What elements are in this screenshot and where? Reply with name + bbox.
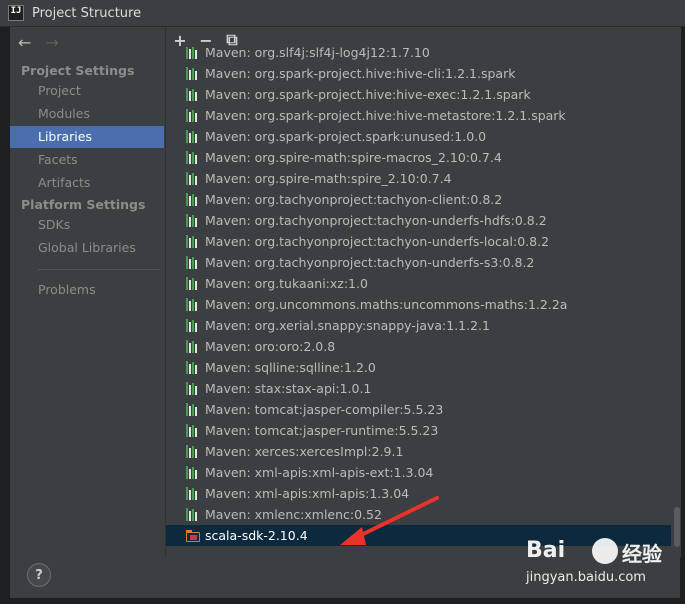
maven-library-icon: [186, 277, 200, 290]
sidebar-item-facets[interactable]: Facets: [10, 149, 164, 171]
section-project-settings: Project Settings: [21, 63, 135, 78]
library-label: Maven: org.tukaani:xz:1.0: [205, 276, 368, 291]
watermark-brand-cn: 经验: [622, 542, 662, 566]
library-label: Maven: org.spark-project.hive:hive-metas…: [205, 108, 566, 123]
library-label: Maven: org.tachyonproject:tachyon-underf…: [205, 234, 550, 249]
maven-library-icon: [186, 193, 200, 206]
maven-library-icon: [186, 403, 200, 416]
watermark-url: jingyan.baidu.com: [526, 570, 646, 585]
library-label: Maven: xmlenc:xmlenc:0.52: [205, 507, 382, 522]
maven-library-icon: [186, 319, 200, 332]
library-row[interactable]: Maven: xerces:xercesImpl:2.9.1: [166, 441, 671, 462]
library-row[interactable]: Maven: oro:oro:2.0.8: [166, 336, 671, 357]
library-label: Maven: org.xerial.snappy:snappy-java:1.1…: [205, 318, 490, 333]
library-label: Maven: org.spark-project.hive:hive-exec:…: [205, 87, 531, 102]
sidebar: ← → Project Settings Project Modules Lib…: [10, 27, 165, 557]
library-label: Maven: org.spire-math:spire_2.10:0.7.4: [205, 171, 452, 186]
maven-library-icon: [186, 256, 200, 269]
library-label: Maven: org.spire-math:spire-macros_2.10:…: [205, 150, 502, 165]
library-row[interactable]: Maven: org.spark-project.hive:hive-cli:1…: [166, 63, 671, 84]
library-row[interactable]: Maven: xmlenc:xmlenc:0.52: [166, 504, 671, 525]
nav-arrows: ← →: [18, 33, 59, 52]
background-window-bottom: [0, 598, 685, 604]
sidebar-item-problems[interactable]: Problems: [10, 279, 164, 301]
back-arrow-icon[interactable]: ←: [18, 33, 31, 52]
library-row[interactable]: Maven: org.tachyonproject:tachyon-client…: [166, 189, 671, 210]
sidebar-item-libraries[interactable]: Libraries: [10, 126, 164, 148]
baidu-watermark: Bai 经验 jingyan.baidu.com: [520, 530, 680, 594]
scala-sdk-icon: [186, 529, 200, 542]
maven-library-icon: [186, 487, 200, 500]
library-row[interactable]: Maven: tomcat:jasper-runtime:5.5.23: [166, 420, 671, 441]
maven-library-icon: [186, 508, 200, 521]
maven-library-icon: [186, 235, 200, 248]
maven-library-icon: [186, 67, 200, 80]
maven-library-icon: [186, 298, 200, 311]
library-label: Maven: xerces:xercesImpl:2.9.1: [205, 444, 404, 459]
library-row[interactable]: Maven: org.spire-math:spire_2.10:0.7.4: [166, 168, 671, 189]
library-label: Maven: oro:oro:2.0.8: [205, 339, 336, 354]
library-label: Maven: tomcat:jasper-runtime:5.5.23: [205, 423, 439, 438]
library-label: Maven: sqlline:sqlline:1.2.0: [205, 360, 376, 375]
maven-library-icon: [186, 424, 200, 437]
library-label: Maven: org.spark-project.hive:hive-cli:1…: [205, 66, 516, 81]
sdk-label: scala-sdk-2.10.4: [205, 528, 308, 543]
maven-library-icon: [186, 172, 200, 185]
library-label: Maven: stax:stax-api:1.0.1: [205, 381, 372, 396]
library-label: Maven: org.tachyonproject:tachyon-underf…: [205, 255, 535, 270]
sidebar-item-artifacts[interactable]: Artifacts: [10, 172, 164, 194]
library-row[interactable]: Maven: org.spire-math:spire-macros_2.10:…: [166, 147, 671, 168]
library-row[interactable]: Maven: stax:stax-api:1.0.1: [166, 378, 671, 399]
sidebar-divider: [38, 269, 160, 270]
library-label: Maven: org.uncommons.maths:uncommons-mat…: [205, 297, 568, 312]
library-row[interactable]: Maven: org.slf4j:slf4j-log4j12:1.7.10: [166, 47, 671, 63]
maven-library-icon: [186, 445, 200, 458]
maven-library-icon: [186, 88, 200, 101]
help-button[interactable]: ?: [27, 563, 51, 587]
intellij-app-icon: IJ: [8, 5, 24, 21]
maven-library-icon: [186, 382, 200, 395]
library-label: Maven: org.tachyonproject:tachyon-client…: [205, 192, 503, 207]
library-row[interactable]: Maven: org.tachyonproject:tachyon-underf…: [166, 252, 671, 273]
library-row[interactable]: Maven: org.spark-project.hive:hive-metas…: [166, 105, 671, 126]
maven-library-icon: [186, 109, 200, 122]
library-row[interactable]: Maven: org.tachyonproject:tachyon-underf…: [166, 210, 671, 231]
sidebar-item-project[interactable]: Project: [10, 80, 164, 102]
library-label: Maven: tomcat:jasper-compiler:5.5.23: [205, 402, 444, 417]
library-label: Maven: org.slf4j:slf4j-log4j12:1.7.10: [205, 47, 430, 60]
library-row[interactable]: Maven: org.spark-project.spark:unused:1.…: [166, 126, 671, 147]
watermark-brand: Bai: [526, 538, 566, 563]
library-row[interactable]: Maven: org.xerial.snappy:snappy-java:1.1…: [166, 315, 671, 336]
sidebar-item-modules[interactable]: Modules: [10, 103, 164, 125]
maven-library-icon: [186, 466, 200, 479]
library-label: Maven: xml-apis:xml-apis-ext:1.3.04: [205, 465, 434, 480]
sidebar-item-global-libraries[interactable]: Global Libraries: [10, 237, 164, 259]
libraries-panel: + − ⧉ Maven: org.slf4j:slf4j-log4j12:1.7…: [165, 27, 681, 557]
library-row[interactable]: Maven: org.tachyonproject:tachyon-underf…: [166, 231, 671, 252]
library-row[interactable]: Maven: org.spark-project.hive:hive-exec:…: [166, 84, 671, 105]
background-window: [0, 26, 10, 604]
baidu-paw-icon: [592, 538, 618, 564]
maven-library-icon: [186, 130, 200, 143]
library-row[interactable]: Maven: org.tukaani:xz:1.0: [166, 273, 671, 294]
maven-library-icon: [186, 361, 200, 374]
maven-library-icon: [186, 214, 200, 227]
library-row[interactable]: Maven: org.uncommons.maths:uncommons-mat…: [166, 294, 671, 315]
section-platform-settings: Platform Settings: [21, 197, 146, 212]
title-bar[interactable]: IJ Project Structure: [0, 0, 685, 27]
library-label: Maven: org.spark-project.spark:unused:1.…: [205, 129, 487, 144]
maven-library-icon: [186, 340, 200, 353]
library-row[interactable]: Maven: tomcat:jasper-compiler:5.5.23: [166, 399, 671, 420]
libraries-list[interactable]: Maven: org.slf4j:slf4j-log4j12:1.7.10 Mav…: [166, 47, 671, 547]
maven-library-icon: [186, 151, 200, 164]
library-row[interactable]: Maven: xml-apis:xml-apis-ext:1.3.04: [166, 462, 671, 483]
sidebar-item-sdks[interactable]: SDKs: [10, 214, 164, 236]
window-title: Project Structure: [32, 5, 142, 21]
library-label: Maven: xml-apis:xml-apis:1.3.04: [205, 486, 410, 501]
forward-arrow-icon[interactable]: →: [45, 33, 58, 52]
library-row[interactable]: Maven: xml-apis:xml-apis:1.3.04: [166, 483, 671, 504]
maven-library-icon: [186, 47, 200, 59]
library-label: Maven: org.tachyonproject:tachyon-underf…: [205, 213, 547, 228]
library-row[interactable]: Maven: sqlline:sqlline:1.2.0: [166, 357, 671, 378]
